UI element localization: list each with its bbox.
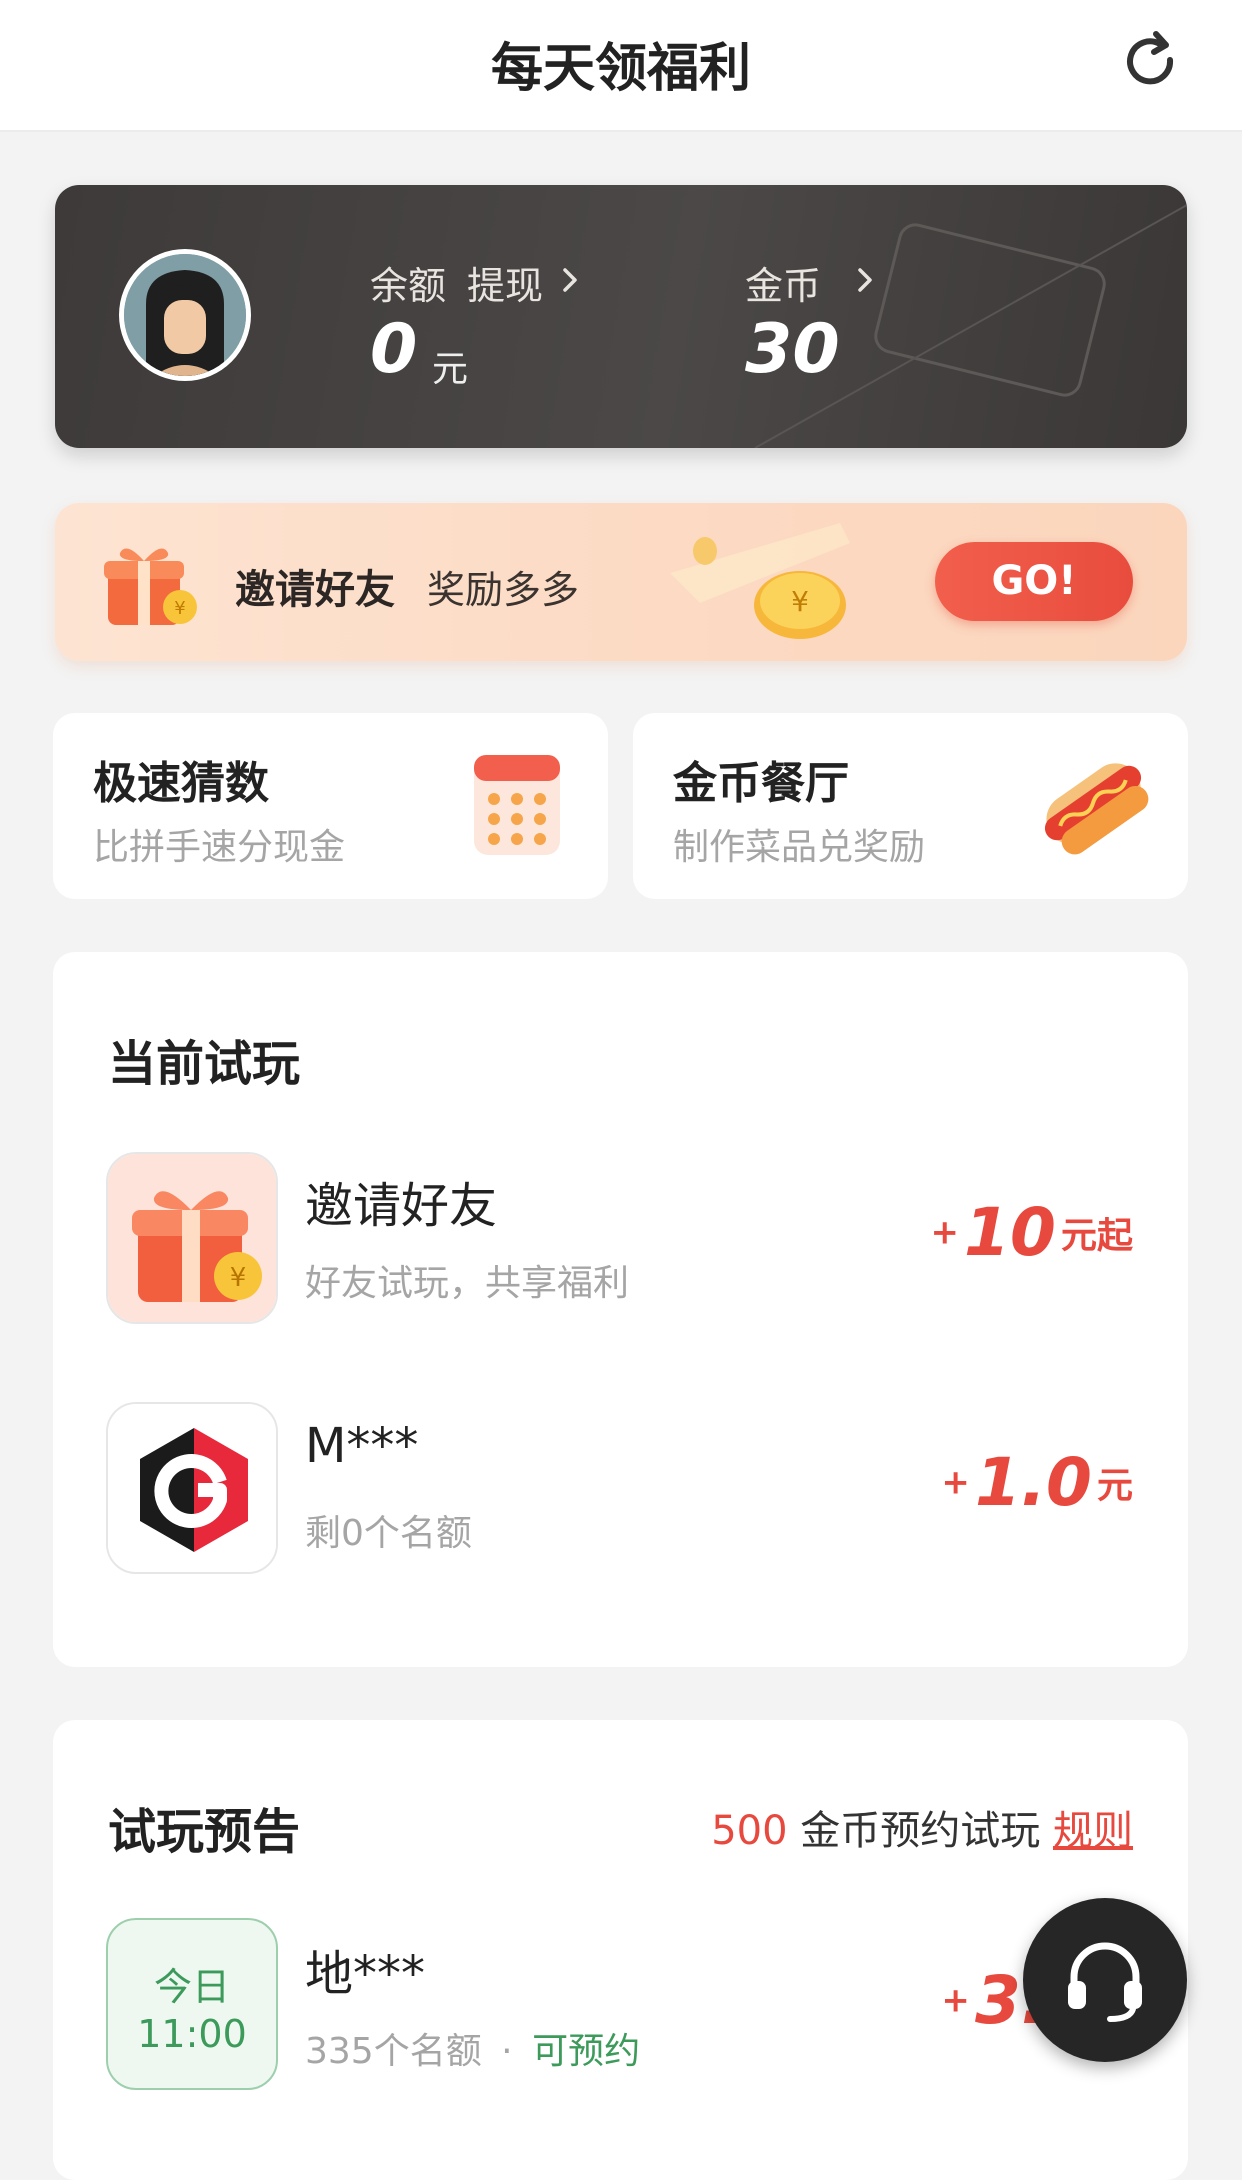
section-title: 试玩预告 [108,1804,301,1860]
coins-text: 金币预约试玩 [800,1808,1041,1854]
tile-title: 金币餐厅 [673,758,849,809]
coins-value: 30 [745,310,840,389]
tile-coin-restaurant[interactable]: 金币餐厅 制作菜品兑奖励 [633,713,1188,899]
trial-subtitle: 好友试玩，共享福利 [305,1263,630,1304]
balance-unit: 元 [432,349,469,390]
section-title: 当前试玩 [108,1036,301,1092]
trial-slots: 335个名额 [305,2031,482,2072]
coins-reserve-info: 500 金币预约试玩 规则 [711,1798,1133,1856]
badge-time: 11:00 [137,2012,247,2056]
tile-subtitle: 比拼手速分现金 [93,827,346,868]
reward-plus: + [930,1212,959,1253]
svg-text:¥: ¥ [791,585,809,618]
trial-name: 邀请好友 [305,1178,498,1234]
tile-subtitle: 制作菜品兑奖励 [673,827,926,868]
hotdog-icon [1044,763,1149,855]
upcoming-trials-card: 试玩预告 500 金币预约试玩 规则 今日 11:00 地*** 335个名额 … [53,1720,1188,2180]
page-title: 每天领福利 [490,39,751,99]
headset-icon [1068,1942,1142,2022]
reward-unit: 元 [1096,1465,1133,1507]
calculator-icon [474,755,560,855]
badge-day: 今日 [153,1965,230,2009]
chevron-right-icon[interactable] [850,265,880,295]
chevron-right-icon[interactable] [555,265,585,295]
svg-text:¥: ¥ [230,1263,247,1293]
coins-amount: 500 [711,1808,788,1854]
g-logo-icon[interactable] [106,1402,278,1574]
reward-amount: 10 [964,1194,1056,1271]
gift-icon: ¥ [104,548,197,625]
reward-amount: 1.0 [974,1444,1092,1521]
customer-service-button[interactable] [1023,1898,1187,2062]
rules-link[interactable]: 规则 [1053,1808,1133,1854]
balance-label: 余额 [370,264,447,308]
trial-reward: + 1.0 元 [941,1444,1133,1521]
go-button[interactable]: GO! [935,542,1133,621]
time-badge: 今日 11:00 [106,1918,278,2090]
refresh-icon[interactable] [1120,30,1184,94]
tile-guess-number[interactable]: 极速猜数 比拼手速分现金 [53,713,608,899]
reward-plus: + [941,1462,970,1503]
avatar[interactable] [119,249,251,381]
trial-name: M*** [305,1418,419,1474]
gift-app-icon[interactable]: ¥ [106,1152,278,1324]
banner-title: 邀请好友 [235,567,395,613]
wallet-card: 余额 提现 0 元 金币 30 [55,185,1187,448]
trial-meta: 335个名额 · 可预约 [305,2022,640,2074]
reward-plus: + [941,1980,970,2021]
current-trials-card: 当前试玩 ¥ 邀请好友 好友试玩，共享福利 + 10 元起 M*** 剩0个名额… [53,952,1188,1667]
separator: · [501,2031,513,2072]
svg-text:¥: ¥ [174,598,185,619]
withdraw-link[interactable]: 提现 [467,255,543,310]
reward-unit: 元起 [1060,1215,1133,1257]
trial-subtitle: 剩0个名额 [305,1513,472,1554]
trial-reward: + 10 元起 [930,1194,1133,1271]
trial-name: 地*** [305,1946,426,2002]
coin-icon: ¥ [670,523,850,639]
invite-banner[interactable]: ¥ 邀请好友 奖励多多 ¥ GO! [55,503,1187,661]
coins-label[interactable]: 金币 [745,255,821,310]
balance-value: 0 [370,310,418,389]
tile-title: 极速猜数 [93,758,269,809]
trial-status[interactable]: 可预约 [532,2031,640,2072]
top-bar: 每天领福利 [0,0,1242,132]
banner-subtitle: 奖励多多 [427,568,580,612]
